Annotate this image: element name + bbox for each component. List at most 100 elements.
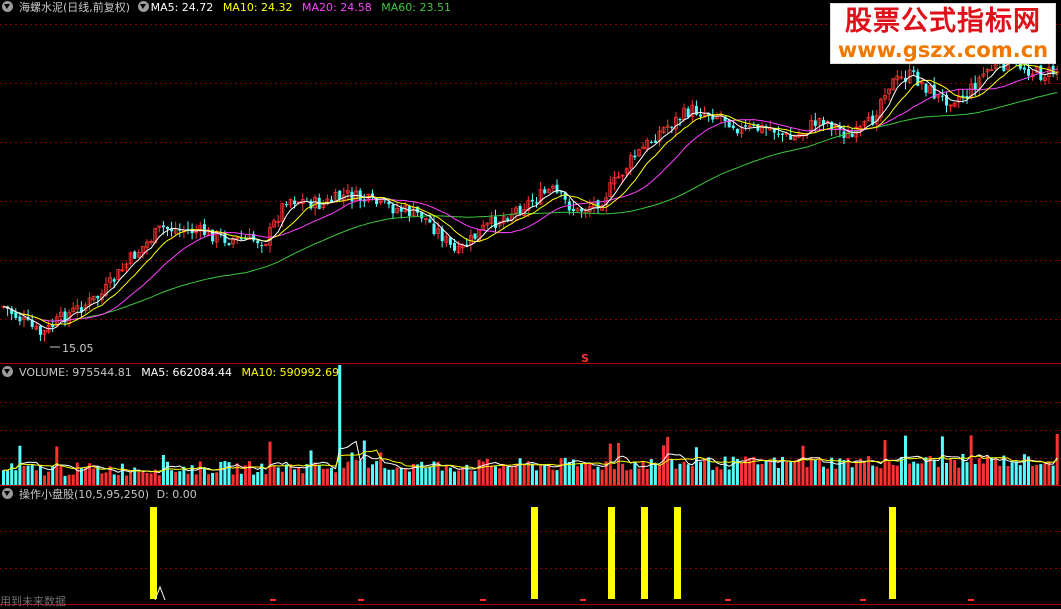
volume-bar xyxy=(75,462,79,485)
settings-arrow-icon[interactable] xyxy=(137,1,149,12)
volume-bar xyxy=(621,463,625,485)
collapse-arrow-icon[interactable] xyxy=(2,1,13,12)
volume-bar xyxy=(973,464,977,485)
volume-bar xyxy=(891,464,895,485)
volume-bar xyxy=(838,458,842,485)
ma5-readout: MA5: 24.72 xyxy=(150,1,214,14)
candle-body xyxy=(686,108,690,118)
volume-bar xyxy=(186,473,190,485)
volume-bar xyxy=(104,472,108,485)
volume-bar xyxy=(444,465,448,485)
volume-bar xyxy=(760,464,764,485)
volume-bar xyxy=(1039,464,1043,485)
volume-bar xyxy=(994,459,998,485)
volume-panel-header: VOLUME: 975544.81 MA5: 662084.44 MA10: 5… xyxy=(2,366,345,380)
candle-body xyxy=(912,70,916,72)
volume-bar xyxy=(440,470,444,485)
volume-bar xyxy=(252,474,256,485)
volume-bar xyxy=(473,470,477,485)
volume-bar xyxy=(1014,461,1018,485)
volume-bar xyxy=(850,467,854,485)
volume-bar xyxy=(284,464,288,485)
volume-bar xyxy=(498,468,502,485)
volume-bar xyxy=(358,460,362,485)
low-price-label: 15.05 xyxy=(62,342,94,355)
volume-bar xyxy=(34,470,38,485)
candle-body xyxy=(670,126,674,128)
volume-bar xyxy=(600,469,604,485)
candle-body xyxy=(112,279,116,282)
volume-bar xyxy=(776,467,780,485)
volume-bar xyxy=(957,467,961,485)
volume-bar xyxy=(321,468,325,485)
volume-bar xyxy=(756,464,760,485)
volume-bar xyxy=(764,460,768,485)
volume-bar xyxy=(703,459,707,485)
volume-bar xyxy=(559,458,563,485)
volume-bar xyxy=(940,436,944,485)
volume-bar xyxy=(863,462,866,485)
stock-chart[interactable]: S xyxy=(0,0,1061,606)
candle-body xyxy=(850,133,854,137)
volume-bar xyxy=(453,471,456,485)
volume-bar xyxy=(1031,465,1035,485)
candle-body xyxy=(965,95,969,98)
ma60-line xyxy=(3,92,1058,322)
volume-arrow-icon[interactable] xyxy=(2,366,13,377)
volume-bar xyxy=(965,462,969,485)
candle-body xyxy=(260,245,264,247)
candle-body xyxy=(51,324,55,327)
volume-bar xyxy=(198,461,202,485)
indicator-arrow-icon[interactable] xyxy=(2,488,13,499)
volume-bar xyxy=(904,435,907,485)
volume-bar xyxy=(1002,455,1006,485)
volume-bar xyxy=(1051,465,1055,485)
volume-bar xyxy=(879,468,883,485)
volume-bar xyxy=(350,452,354,485)
volume-bar xyxy=(1018,465,1022,485)
volume-bar xyxy=(494,466,497,485)
volume-bar xyxy=(489,465,493,485)
volume-bar xyxy=(1010,462,1014,485)
volume-bar xyxy=(711,469,715,485)
candle-body xyxy=(744,125,748,127)
volume-bar xyxy=(576,466,579,485)
volume-bar xyxy=(325,468,329,485)
volume-bar xyxy=(375,461,379,485)
volume-bar xyxy=(535,470,538,485)
volume-bar xyxy=(805,467,809,485)
volume-bar xyxy=(420,461,424,485)
volume-bar xyxy=(969,435,973,485)
candle-body xyxy=(14,312,18,318)
volume-bar xyxy=(71,474,75,485)
ma5-line xyxy=(3,60,1058,330)
indicator-tick xyxy=(725,599,731,601)
indicator-tick xyxy=(270,599,276,601)
volume-bar xyxy=(6,470,10,485)
candle-body xyxy=(432,223,436,235)
volume-bar xyxy=(116,474,120,485)
volume-bar xyxy=(1006,465,1010,485)
volume-bar xyxy=(842,460,846,485)
candle-body xyxy=(18,316,22,322)
volume-bar xyxy=(809,457,813,485)
indicator-tick xyxy=(358,599,364,601)
volume-bar xyxy=(617,442,620,485)
volume-bar xyxy=(555,470,559,485)
volume-bar xyxy=(469,470,473,485)
volume-bar xyxy=(194,474,198,485)
volume-bar xyxy=(518,458,522,485)
volume-bar xyxy=(202,467,206,485)
volume-bar xyxy=(22,465,26,485)
candle-body xyxy=(338,190,342,200)
logo-title: 股票公式指标网 xyxy=(845,6,1041,37)
candle-body xyxy=(649,141,653,143)
logo-url: www.gszx.com.cn xyxy=(837,38,1049,62)
volume-bar xyxy=(297,467,301,485)
volume-bar xyxy=(625,470,629,485)
candle-body xyxy=(543,189,547,194)
volume-bar xyxy=(768,461,772,485)
volume-bar xyxy=(248,461,251,485)
volume-bar xyxy=(30,464,34,485)
volume-bar xyxy=(936,466,940,485)
